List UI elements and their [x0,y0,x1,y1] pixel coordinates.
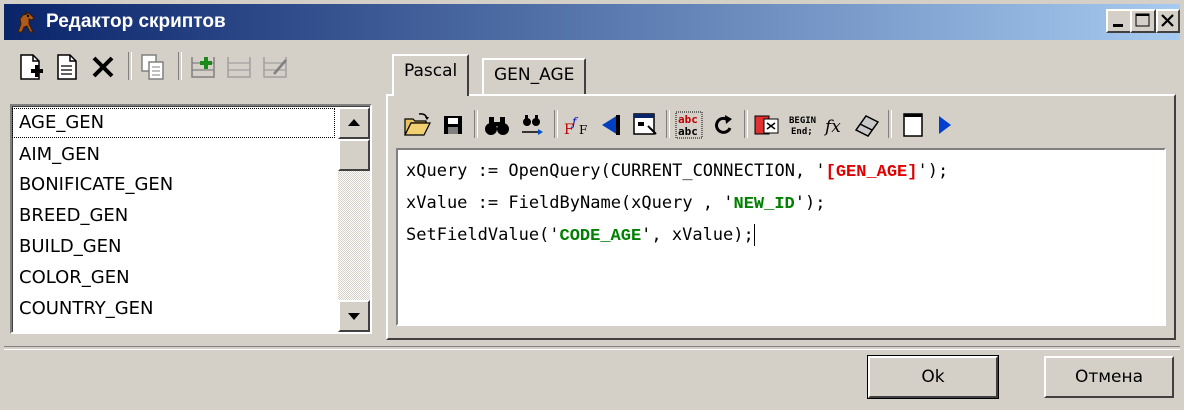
code-editor[interactable]: xQuery := OpenQuery(CURRENT_CONNECTION, … [396,148,1166,326]
page-icon[interactable] [898,110,928,140]
code-text: xValue := FieldByName(xQuery , ' [406,193,734,213]
string-literal: CODE_AGE [559,227,642,246]
text-caret [753,224,755,246]
code-text: '); [917,161,949,181]
code-line-3: SetFieldValue('CODE_AGE', xValue); [406,218,755,252]
find-next-icon[interactable] [518,110,548,140]
svg-text:fx: fx [823,117,841,137]
form-icon[interactable] [630,110,660,140]
rename-icon [260,52,290,82]
copy-icon [138,52,168,82]
arrow-down-icon [348,313,360,320]
font-icon[interactable]: FfF [562,110,592,140]
redo-icon[interactable] [708,110,738,140]
cancel-button[interactable]: Отмена [1044,356,1174,398]
list-item[interactable]: BREED_GEN [19,202,128,230]
run-icon[interactable] [930,110,960,140]
toolbar-separator [888,110,892,138]
arrow-up-icon [348,119,360,126]
scroll-down-button[interactable] [338,300,370,332]
title-bar[interactable]: Редактор скриптов [4,4,1180,40]
code-line-2: xValue := FieldByName(xQuery , 'NEW_ID')… [406,186,825,220]
toolbar-separator [554,110,558,138]
move-icon [224,52,254,82]
list-item[interactable]: COLOR_GEN [19,264,130,292]
toolbar-separator [666,110,670,138]
delete-icon[interactable] [88,52,118,82]
script-editor-window: Редактор скриптов AGE_GEN AIM_GEN BONIFI… [0,0,1184,410]
code-text: '); [794,193,826,213]
editor-toolbar: FfF abc abc BEGIN End; fx [396,104,1166,144]
minimize-button[interactable] [1106,9,1132,33]
spell-check-icon[interactable]: abc abc [674,110,704,140]
list-item[interactable]: COUNTRY_GEN [19,295,154,323]
close-button[interactable] [1156,9,1180,33]
save-icon[interactable] [438,110,468,140]
svg-text:abc: abc [678,125,698,138]
insert-variable-icon[interactable] [752,110,782,140]
string-literal: [GEN_AGE] [825,163,918,182]
list-item[interactable]: BONIFICATE_GEN [19,171,173,199]
svg-text:F: F [579,123,587,137]
scroll-thumb[interactable] [338,139,370,171]
toolbar-separator [744,110,748,138]
toolbar-separator [178,52,182,80]
toolbar-separator [474,110,478,138]
vertical-scrollbar[interactable] [338,107,370,332]
function-icon[interactable]: fx [820,110,850,140]
toolbar-separator [128,52,132,80]
find-icon[interactable] [482,110,512,140]
ok-button[interactable]: Ok [867,355,999,399]
maximize-button[interactable] [1130,9,1156,33]
svg-text:BEGIN: BEGIN [789,116,816,126]
code-text: xQuery := OpenQuery(CURRENT_CONNECTION, … [406,161,826,181]
code-text: ', xValue); [641,225,754,245]
svg-text:End;: End; [791,127,813,137]
script-list-inner: AGE_GEN AIM_GEN BONIFICATE_GEN BREED_GEN… [12,106,370,332]
open-folder-icon[interactable] [402,110,432,140]
list-item[interactable]: AGE_GEN [12,108,335,138]
app-horse-icon [14,10,40,36]
script-list[interactable]: AGE_GEN AIM_GEN BONIFICATE_GEN BREED_GEN… [10,104,372,334]
script-list-toolbar [10,46,380,86]
list-item[interactable]: AIM_GEN [19,141,100,169]
close-icon [1161,14,1174,27]
bottom-separator [4,346,1180,350]
tab-gen-age[interactable]: GEN_AGE [482,58,587,94]
list-item[interactable]: BUILD_GEN [19,233,122,261]
add-icon [188,52,218,82]
minimize-icon [1113,24,1123,27]
open-script-icon[interactable] [52,52,82,82]
begin-end-icon[interactable]: BEGIN End; [786,110,816,140]
maximize-icon [1135,13,1150,27]
code-text: SetFieldValue(' [406,225,560,245]
eraser-icon[interactable] [852,110,882,140]
scroll-up-button[interactable] [338,107,370,139]
code-line-1: xQuery := OpenQuery(CURRENT_CONNECTION, … [406,154,948,188]
tab-pascal[interactable]: Pascal [392,54,470,96]
string-literal: NEW_ID [733,195,795,214]
new-script-icon[interactable] [16,52,46,82]
window-title: Редактор скриптов [46,11,226,32]
svg-text:f: f [571,115,579,129]
text-align-icon[interactable] [596,110,626,140]
tab-panel: FfF abc abc BEGIN End; fx xQuery:= Open… [386,94,1176,340]
